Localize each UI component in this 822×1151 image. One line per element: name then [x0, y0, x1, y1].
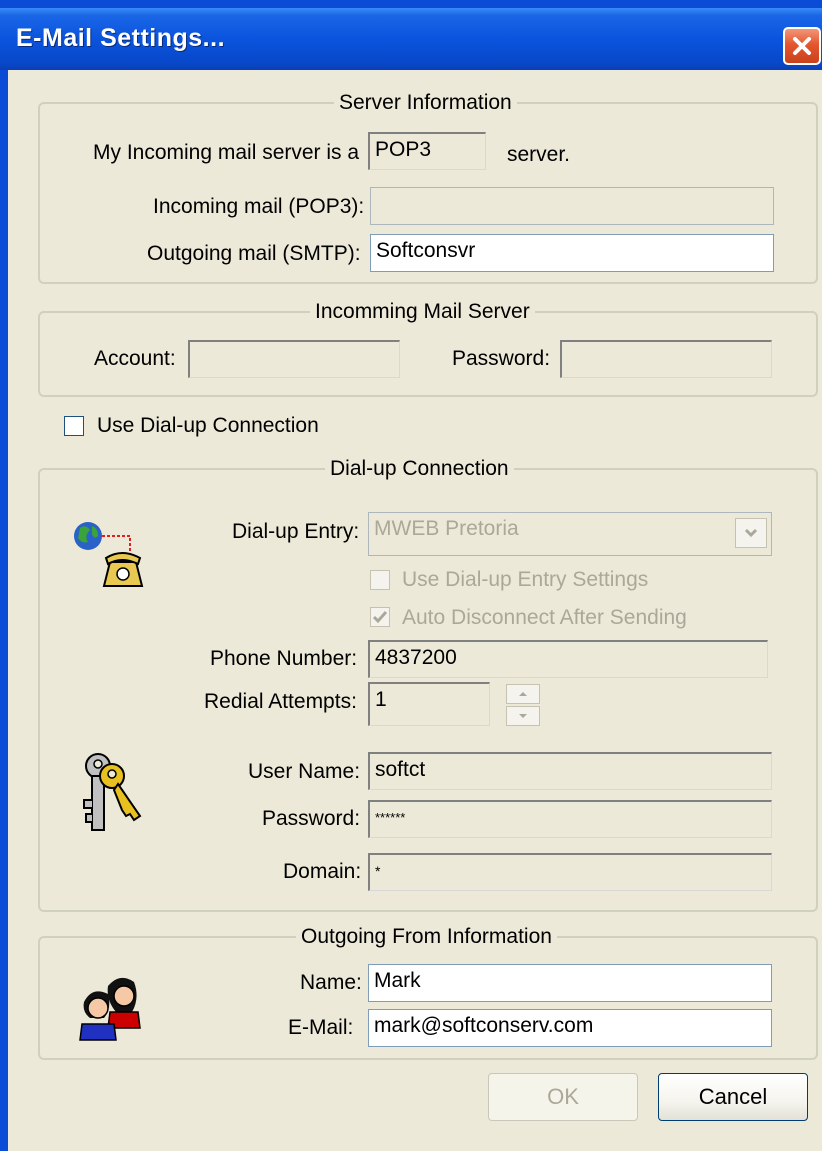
domain-input[interactable]: * — [368, 853, 772, 891]
users-icon — [79, 977, 141, 1041]
outgoing-mail-label: Outgoing mail (SMTP): — [147, 242, 361, 265]
dialup-password-label: Password: — [262, 807, 361, 830]
email-settings-window: E-Mail Settings... Server Information My… — [0, 0, 822, 1151]
dialup-entry-label: Dial-up Entry: — [232, 520, 360, 543]
domain-label: Domain: — [283, 860, 362, 883]
redial-attempts-input[interactable]: 1 — [368, 682, 490, 726]
incoming-mail-input[interactable] — [370, 187, 774, 225]
use-dialup-label[interactable]: Use Dial-up Connection — [97, 414, 319, 438]
close-icon — [793, 37, 811, 55]
account-label: Account: — [94, 347, 176, 370]
use-entry-settings-label[interactable]: Use Dial-up Entry Settings — [402, 568, 648, 592]
close-button[interactable] — [783, 27, 821, 65]
incoming-type-suffix: server. — [507, 143, 571, 166]
checkmark-icon — [372, 611, 388, 624]
phone-number-label: Phone Number: — [210, 647, 358, 670]
from-email-label: E-Mail: — [288, 1016, 354, 1039]
incoming-type-field: POP3 — [368, 132, 486, 170]
dialup-phone-icon — [74, 522, 144, 587]
outgoing-mail-input[interactable]: Softconsvr — [370, 234, 774, 272]
incoming-mail-label: Incoming mail (POP3): — [153, 195, 365, 218]
account-password-label: Password: — [452, 347, 551, 370]
ok-button[interactable]: OK — [488, 1073, 638, 1121]
chevron-down-small-icon — [519, 714, 527, 718]
phone-number-input[interactable]: 4837200 — [368, 640, 768, 678]
incoming-type-label: My Incoming mail server is a — [93, 141, 360, 164]
chevron-down-icon — [744, 528, 758, 538]
username-label: User Name: — [248, 760, 361, 783]
dialog-body: Server Information My Incoming mail serv… — [8, 70, 822, 1151]
dialup-password-input[interactable]: ****** — [368, 800, 772, 838]
redial-increment-button[interactable] — [506, 684, 540, 704]
use-dialup-checkbox[interactable] — [64, 416, 84, 436]
dialup-connection-title: Dial-up Connection — [325, 456, 514, 482]
cancel-button[interactable]: Cancel — [658, 1073, 808, 1121]
dialup-entry-dropdown-button[interactable] — [735, 518, 767, 548]
keys-icon — [83, 753, 142, 831]
auto-disconnect-label[interactable]: Auto Disconnect After Sending — [402, 606, 687, 630]
chevron-up-icon — [519, 692, 527, 696]
title-bar[interactable]: E-Mail Settings... — [0, 8, 822, 70]
incoming-mail-server-title: Incomming Mail Server — [310, 299, 535, 325]
dialup-entry-select[interactable]: MWEB Pretoria — [368, 512, 772, 556]
account-password-input[interactable] — [560, 340, 772, 378]
redial-attempts-label: Redial Attempts: — [204, 690, 357, 713]
from-name-input[interactable]: Mark — [368, 964, 772, 1002]
server-information-title: Server Information — [334, 90, 517, 116]
from-name-label: Name: — [300, 971, 362, 994]
use-entry-settings-checkbox[interactable] — [370, 570, 390, 590]
from-email-input[interactable]: mark@softconserv.com — [368, 1009, 772, 1047]
dialup-entry-value: MWEB Pretoria — [374, 517, 519, 540]
window-title: E-Mail Settings... — [16, 24, 226, 52]
auto-disconnect-checkbox[interactable] — [370, 607, 390, 627]
outgoing-from-title: Outgoing From Information — [296, 924, 557, 950]
redial-decrement-button[interactable] — [506, 706, 540, 726]
username-input[interactable]: softct — [368, 752, 772, 790]
account-input[interactable] — [188, 340, 400, 378]
